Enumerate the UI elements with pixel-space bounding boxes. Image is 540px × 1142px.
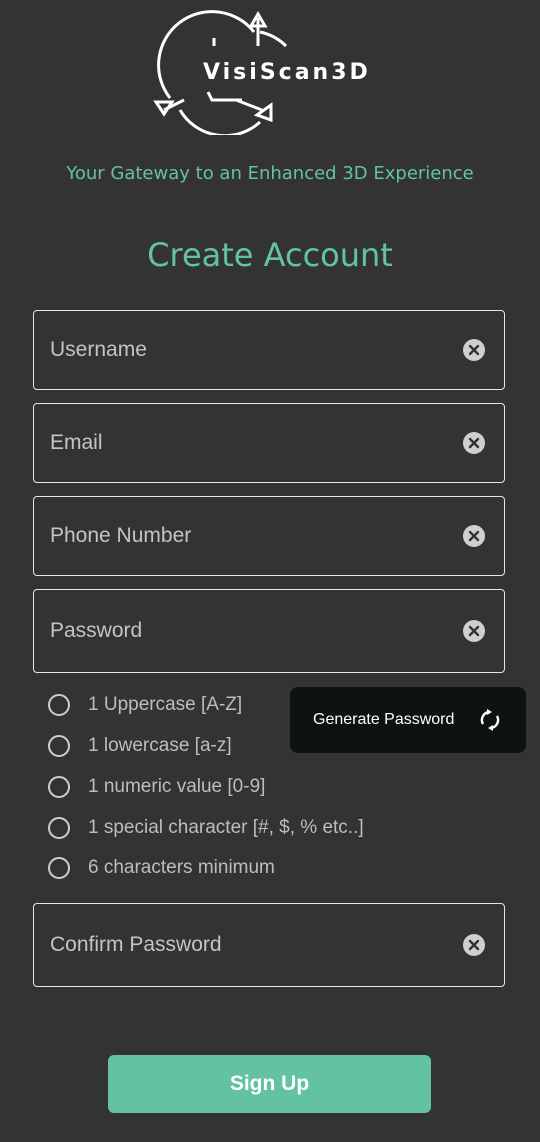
tagline: Your Gateway to an Enhanced 3D Experienc… <box>66 163 474 184</box>
password-field[interactable] <box>33 589 505 673</box>
rule-radio <box>48 776 70 798</box>
rule-label: 1 Uppercase [A-Z] <box>88 694 243 715</box>
phone-input[interactable] <box>48 497 452 575</box>
rule-label: 1 lowercase [a-z] <box>88 735 232 756</box>
confirm-password-field[interactable] <box>33 903 505 987</box>
rule-radio <box>48 694 70 716</box>
rule-label: 6 characters minimum <box>88 857 275 878</box>
refresh-icon <box>478 708 502 732</box>
clear-icon[interactable] <box>463 339 485 361</box>
generate-password-button[interactable]: Generate Password <box>290 687 526 753</box>
sign-up-button[interactable]: Sign Up <box>108 1055 431 1113</box>
rule-radio <box>48 817 70 839</box>
clear-icon[interactable] <box>463 620 485 642</box>
page-title: Create Account <box>147 236 393 274</box>
rule-label: 1 special character [#, $, % etc..] <box>88 817 364 838</box>
rule-radio <box>48 735 70 757</box>
generate-password-label: Generate Password <box>313 711 455 728</box>
clear-icon[interactable] <box>463 525 485 547</box>
password-input[interactable] <box>48 590 452 672</box>
username-input[interactable] <box>48 311 452 389</box>
rule-radio <box>48 857 70 879</box>
email-field[interactable] <box>33 403 505 483</box>
brand-name: VisiScan3D <box>203 60 371 85</box>
phone-field[interactable] <box>33 496 505 576</box>
username-field[interactable] <box>33 310 505 390</box>
confirm-password-input[interactable] <box>48 904 452 986</box>
clear-icon[interactable] <box>463 432 485 454</box>
clear-icon[interactable] <box>463 934 485 956</box>
rule-label: 1 numeric value [0-9] <box>88 776 266 797</box>
email-input[interactable] <box>48 404 452 482</box>
